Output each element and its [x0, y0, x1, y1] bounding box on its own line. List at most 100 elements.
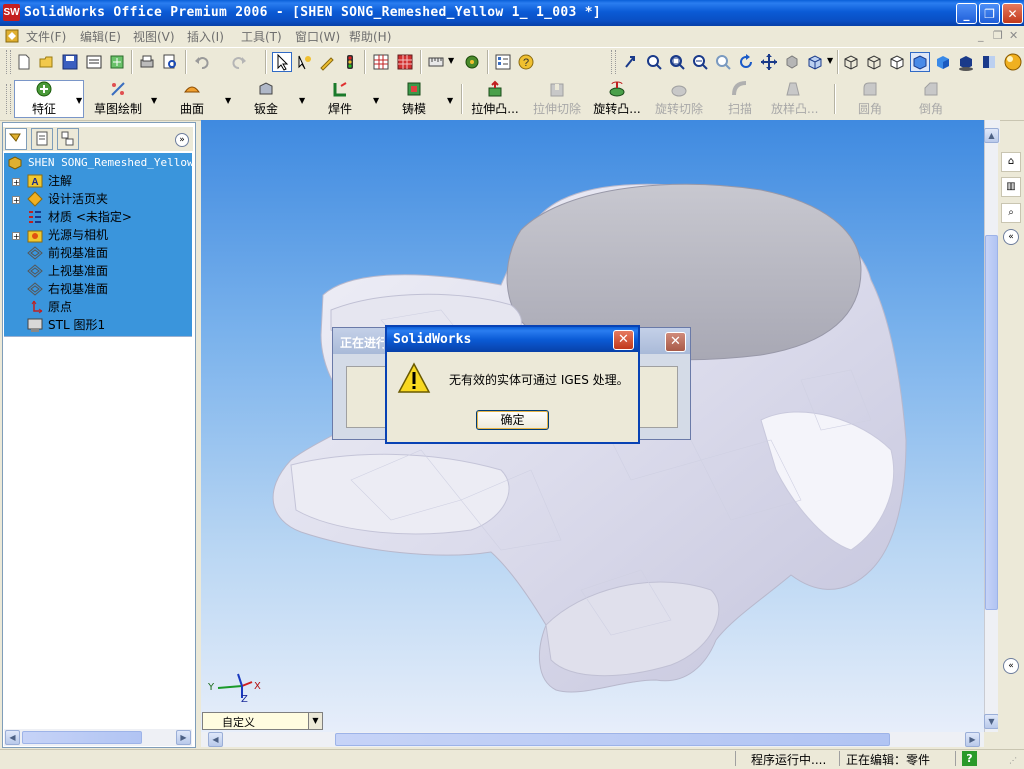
expand-toggle[interactable]: + — [12, 178, 20, 187]
tree-item-origin[interactable]: 原点 — [48, 298, 72, 316]
doc-minimize-button[interactable]: _ — [978, 29, 984, 42]
hidden-lines-visible-icon[interactable] — [865, 53, 883, 71]
app-menu-icon[interactable] — [4, 28, 20, 44]
scroll-left-button[interactable]: ◀ — [208, 732, 223, 747]
resize-grip[interactable]: ⋰ — [1009, 756, 1021, 766]
close-button[interactable]: ✕ — [1002, 3, 1023, 24]
mold-tools-dropdown-icon[interactable]: ▼ — [447, 96, 453, 105]
scroll-up-button[interactable]: ▲ — [984, 128, 999, 143]
save-icon[interactable] — [61, 53, 79, 71]
tree-item-stl-graphic[interactable]: STL 图形1 — [48, 316, 105, 334]
tab-configuration-manager[interactable] — [57, 128, 79, 150]
scrollbar-thumb[interactable] — [985, 235, 998, 610]
expand-toggle[interactable]: + — [12, 232, 20, 241]
print-icon[interactable] — [138, 53, 156, 71]
menu-window[interactable]: 窗口(W) — [295, 28, 340, 45]
chevron-down-icon[interactable]: ▼ — [308, 713, 322, 729]
menu-file[interactable]: 文件(F) — [26, 28, 66, 45]
surfaces-dropdown-icon[interactable]: ▼ — [225, 96, 231, 105]
section-view-icon[interactable] — [980, 53, 998, 71]
design-library-icon[interactable]: ▥ — [1001, 177, 1021, 197]
measure-dropdown-icon[interactable]: ▼ — [448, 56, 454, 65]
rebuild-traffic-light-icon[interactable] — [341, 53, 359, 71]
menu-edit[interactable]: 编辑(E) — [80, 28, 121, 45]
wireframe-icon[interactable] — [842, 53, 860, 71]
tab-weldments[interactable]: 焊件 — [324, 80, 356, 118]
tab-property-manager[interactable] — [31, 128, 53, 150]
tab-sketch[interactable]: 草图绘制 — [92, 80, 144, 118]
measure-icon[interactable] — [427, 53, 445, 71]
realview-sphere-icon[interactable] — [1003, 52, 1023, 72]
previous-view-icon[interactable] — [622, 53, 640, 71]
tree-root-part[interactable]: SHEN SONG_Remeshed_Yellow 1 — [28, 154, 207, 172]
print-preview-doc-icon[interactable] — [85, 53, 103, 71]
collapse-task-pane-icon[interactable]: « — [1003, 229, 1019, 245]
rotate-view-icon[interactable] — [737, 53, 755, 71]
tree-item-design-binder[interactable]: 设计活页夹 — [48, 190, 108, 208]
shaded-with-edges-icon[interactable] — [910, 52, 930, 72]
help-status-icon[interactable]: ? — [962, 751, 977, 766]
hidden-lines-removed-icon[interactable] — [888, 53, 906, 71]
revolved-cut-button[interactable]: 旋转切除 — [652, 80, 706, 118]
sweep-button[interactable]: 扫描 — [726, 80, 754, 118]
open-folder-icon[interactable] — [38, 53, 56, 71]
zoom-to-fit-icon[interactable] — [645, 53, 663, 71]
message-close-button[interactable]: ✕ — [613, 330, 634, 350]
tree-item-front-plane[interactable]: 前视基准面 — [48, 244, 108, 262]
progress-close-button[interactable]: ✕ — [665, 332, 686, 352]
3d-drawing-view-icon[interactable] — [783, 53, 801, 71]
file-explorer-icon[interactable]: ⌕ — [1001, 203, 1021, 223]
undo-icon[interactable] — [193, 53, 211, 71]
chamfer-button[interactable]: 倒角 — [917, 80, 945, 118]
scroll-right-button[interactable]: ▶ — [965, 732, 980, 747]
restore-button[interactable]: ❐ — [979, 3, 1000, 24]
toolbar-grip[interactable] — [6, 50, 11, 74]
sketch-pencil-icon[interactable] — [318, 53, 336, 71]
color-texture-icon[interactable] — [396, 53, 414, 71]
expand-panel-icon[interactable]: » — [175, 133, 189, 147]
doc-restore-button[interactable]: ❐ — [993, 29, 1003, 42]
extruded-boss-button[interactable]: 拉伸凸... — [466, 80, 524, 118]
redo-icon[interactable] — [230, 53, 248, 71]
extruded-cut-button[interactable]: 拉伸切除 — [529, 80, 585, 118]
scrollbar-thumb[interactable] — [22, 731, 142, 744]
mass-properties-icon[interactable] — [463, 53, 481, 71]
tree-item-top-plane[interactable]: 上视基准面 — [48, 262, 108, 280]
menu-tools[interactable]: 工具(T) — [241, 28, 282, 45]
tree-item-lights-cameras[interactable]: 光源与相机 — [48, 226, 108, 244]
doc-close-button[interactable]: ✕ — [1009, 29, 1018, 42]
sheet-metal-dropdown-icon[interactable]: ▼ — [299, 96, 305, 105]
sketch-dropdown-icon[interactable]: ▼ — [151, 96, 157, 105]
ok-button[interactable]: 确定 — [476, 410, 549, 430]
tab-mold-tools[interactable]: 铸模 — [398, 80, 430, 118]
tree-item-right-plane[interactable]: 右视基准面 — [48, 280, 108, 298]
loft-button[interactable]: 放样凸... — [771, 80, 818, 118]
tree-item-material[interactable]: 材质 <未指定> — [48, 208, 132, 226]
view-orientation-icon[interactable] — [806, 53, 824, 71]
select-other-icon[interactable] — [295, 53, 313, 71]
make-drawing-icon[interactable] — [108, 53, 126, 71]
select-arrow-icon[interactable] — [272, 52, 292, 72]
zoom-in-out-icon[interactable] — [691, 53, 709, 71]
weldments-dropdown-icon[interactable]: ▼ — [373, 96, 379, 105]
pan-icon[interactable] — [760, 53, 778, 71]
shadows-icon[interactable] — [957, 53, 975, 71]
new-document-icon[interactable] — [15, 53, 33, 71]
print-preview-icon[interactable] — [161, 53, 179, 71]
scroll-right-button[interactable]: ▶ — [176, 730, 191, 745]
tab-feature-tree[interactable] — [5, 128, 27, 150]
grid-options-icon[interactable] — [372, 53, 390, 71]
toolbar-grip[interactable] — [6, 84, 11, 114]
view-orientation-dropdown-icon[interactable]: ▼ — [827, 56, 833, 65]
tab-surfaces[interactable]: 曲面 — [176, 80, 208, 118]
solidworks-logo-icon[interactable]: SW — [3, 4, 20, 21]
expand-toggle[interactable]: + — [12, 196, 20, 205]
menu-view[interactable]: 视图(V) — [133, 28, 175, 45]
menu-insert[interactable]: 插入(I) — [187, 28, 224, 45]
expand-task-pane-icon[interactable]: « — [1003, 658, 1019, 674]
options-icon[interactable] — [494, 53, 512, 71]
tab-sheet-metal[interactable]: 钣金 — [250, 80, 282, 118]
features-dropdown-icon[interactable]: ▼ — [76, 96, 82, 105]
scroll-down-button[interactable]: ▼ — [984, 714, 999, 729]
scrollbar-thumb[interactable] — [335, 733, 890, 746]
